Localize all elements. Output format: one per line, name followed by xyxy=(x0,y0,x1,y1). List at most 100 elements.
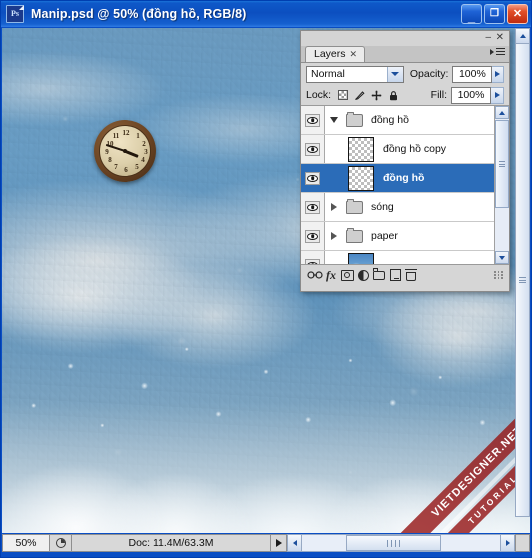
tab-layers-label: Layers xyxy=(314,48,346,61)
group-disclosure-toggle[interactable] xyxy=(324,117,344,123)
layer-row-group-dongho[interactable]: đồng hồ xyxy=(301,106,509,135)
layer-name: đồng hồ xyxy=(371,114,409,126)
palette-menu-button[interactable] xyxy=(490,48,505,56)
layer-row-dongho-selected[interactable]: đồng hồ xyxy=(301,164,509,193)
status-popup-button[interactable] xyxy=(271,534,287,552)
close-icon: ✕ xyxy=(512,7,523,20)
clock-number: 12 xyxy=(122,129,130,137)
blend-mode-value: Normal xyxy=(311,68,345,80)
vertical-scroll-thumb[interactable] xyxy=(516,44,529,516)
palette-close-button[interactable]: ✕ xyxy=(496,32,504,43)
tab-close-icon[interactable]: ✕ xyxy=(350,50,358,59)
horizontal-scroll-thumb[interactable] xyxy=(345,535,441,551)
eye-icon xyxy=(307,261,318,264)
palette-titlebar: – ✕ xyxy=(301,31,509,46)
doc-info-label: Doc: 11.4M/63.3M xyxy=(72,534,271,552)
eye-icon xyxy=(307,174,318,182)
folder-icon xyxy=(346,111,363,127)
clock-number: 7 xyxy=(114,163,118,171)
visibility-toggle[interactable] xyxy=(301,135,324,163)
palette-bottom-toolbar: fx xyxy=(301,264,509,285)
layer-thumbnail[interactable] xyxy=(348,252,374,264)
layer-name: đồng hồ xyxy=(383,172,425,184)
maximize-button[interactable]: ❐ xyxy=(484,4,505,24)
scroll-grip-icon xyxy=(499,160,505,169)
blend-mode-select[interactable]: Normal xyxy=(306,65,404,83)
layer-name: paper xyxy=(371,230,398,242)
eye-icon xyxy=(307,203,318,211)
scroll-grip-icon xyxy=(385,539,401,547)
minimize-button[interactable]: _ xyxy=(461,4,482,24)
fill-input[interactable]: 100% xyxy=(451,86,491,104)
layers-list[interactable]: đồng hồ đồng hồ copy đồng hồ sóng paper xyxy=(301,106,509,264)
chevron-right-icon xyxy=(505,540,510,546)
clock-number: 11 xyxy=(112,132,120,140)
chevron-up-icon xyxy=(519,34,526,38)
new-layer-icon[interactable] xyxy=(387,268,403,283)
chevron-up-icon xyxy=(499,110,505,115)
link-layers-icon[interactable] xyxy=(307,268,323,283)
chevron-down-icon xyxy=(330,117,338,123)
eye-icon xyxy=(307,145,318,153)
clock-number: 5 xyxy=(135,163,139,171)
title-bar: Ps Manip.psd @ 50% (đồng hồ, RGB/8) _ ❐ … xyxy=(1,1,531,27)
zoom-level-field[interactable]: 50% xyxy=(2,534,50,552)
palette-minimize-button[interactable]: – xyxy=(485,32,491,43)
layer-thumbnail[interactable] xyxy=(348,136,374,162)
scroll-up-button[interactable] xyxy=(516,29,529,44)
scroll-left-button[interactable] xyxy=(287,534,302,552)
add-layer-mask-icon[interactable] xyxy=(339,268,355,283)
opacity-stepper[interactable] xyxy=(492,65,504,83)
delete-layer-icon[interactable] xyxy=(403,268,419,283)
list-scroll-up-button[interactable] xyxy=(495,106,509,119)
window-title: Manip.psd @ 50% (đồng hồ, RGB/8) xyxy=(31,7,247,21)
folder-icon xyxy=(346,227,363,243)
clock-number: 1 xyxy=(136,132,140,140)
layer-style-fx-icon[interactable]: fx xyxy=(323,268,339,283)
folder-icon xyxy=(346,198,363,214)
group-disclosure-toggle[interactable] xyxy=(324,232,344,240)
chevron-down-icon[interactable] xyxy=(386,66,403,82)
layer-row-dongho-copy[interactable]: đồng hồ copy xyxy=(301,135,509,164)
layers-list-scrollbar[interactable] xyxy=(494,106,509,264)
pie-icon xyxy=(55,538,66,548)
layer-name: đồng hồ copy xyxy=(383,143,447,155)
layer-row-group-song[interactable]: sóng xyxy=(301,193,509,222)
scroll-right-button[interactable] xyxy=(500,534,515,552)
fill-stepper[interactable] xyxy=(491,86,504,104)
close-button[interactable]: ✕ xyxy=(507,4,528,24)
list-scroll-down-button[interactable] xyxy=(495,251,509,264)
visibility-toggle[interactable] xyxy=(301,222,324,250)
visibility-toggle[interactable] xyxy=(301,193,324,221)
lock-transparent-pixels-icon[interactable] xyxy=(337,90,348,101)
group-disclosure-toggle[interactable] xyxy=(324,203,344,211)
lock-row: Lock: Fill: 100% xyxy=(301,85,509,106)
visibility-toggle[interactable] xyxy=(301,251,324,264)
horizontal-scroll-track[interactable] xyxy=(302,534,500,552)
document-vertical-scrollbar[interactable] xyxy=(515,28,530,517)
layer-row-sky-partial[interactable] xyxy=(301,251,509,264)
list-scroll-thumb[interactable] xyxy=(495,120,509,208)
clock-number: 9 xyxy=(105,148,109,156)
window-controls: _ ❐ ✕ xyxy=(461,4,528,24)
layer-row-group-paper[interactable]: paper xyxy=(301,222,509,251)
new-group-icon[interactable] xyxy=(371,268,387,283)
lock-image-pixels-icon[interactable] xyxy=(354,90,365,101)
chevron-right-icon xyxy=(331,232,337,240)
lock-position-icon[interactable] xyxy=(371,90,382,101)
new-adjustment-layer-icon[interactable] xyxy=(355,268,371,283)
resize-grip-icon[interactable] xyxy=(494,271,503,279)
chevron-down-icon xyxy=(499,255,505,260)
lock-all-icon[interactable] xyxy=(388,90,399,101)
layers-palette[interactable]: – ✕ Layers ✕ Normal Opacity: 100% Lock: xyxy=(300,30,510,292)
layer-thumbnail[interactable] xyxy=(348,165,374,191)
tab-layers[interactable]: Layers ✕ xyxy=(305,46,366,62)
clock-dial: 12 1 2 3 4 5 6 7 8 9 10 11 xyxy=(100,126,150,176)
photoshop-document-icon: Ps xyxy=(6,5,24,23)
eye-icon xyxy=(307,232,318,240)
clock-object[interactable]: 12 1 2 3 4 5 6 7 8 9 10 11 xyxy=(94,120,156,182)
opacity-input[interactable]: 100% xyxy=(452,65,493,83)
visibility-toggle[interactable] xyxy=(301,164,324,192)
doc-size-proxy-button[interactable] xyxy=(50,534,72,552)
visibility-toggle[interactable] xyxy=(301,106,324,134)
